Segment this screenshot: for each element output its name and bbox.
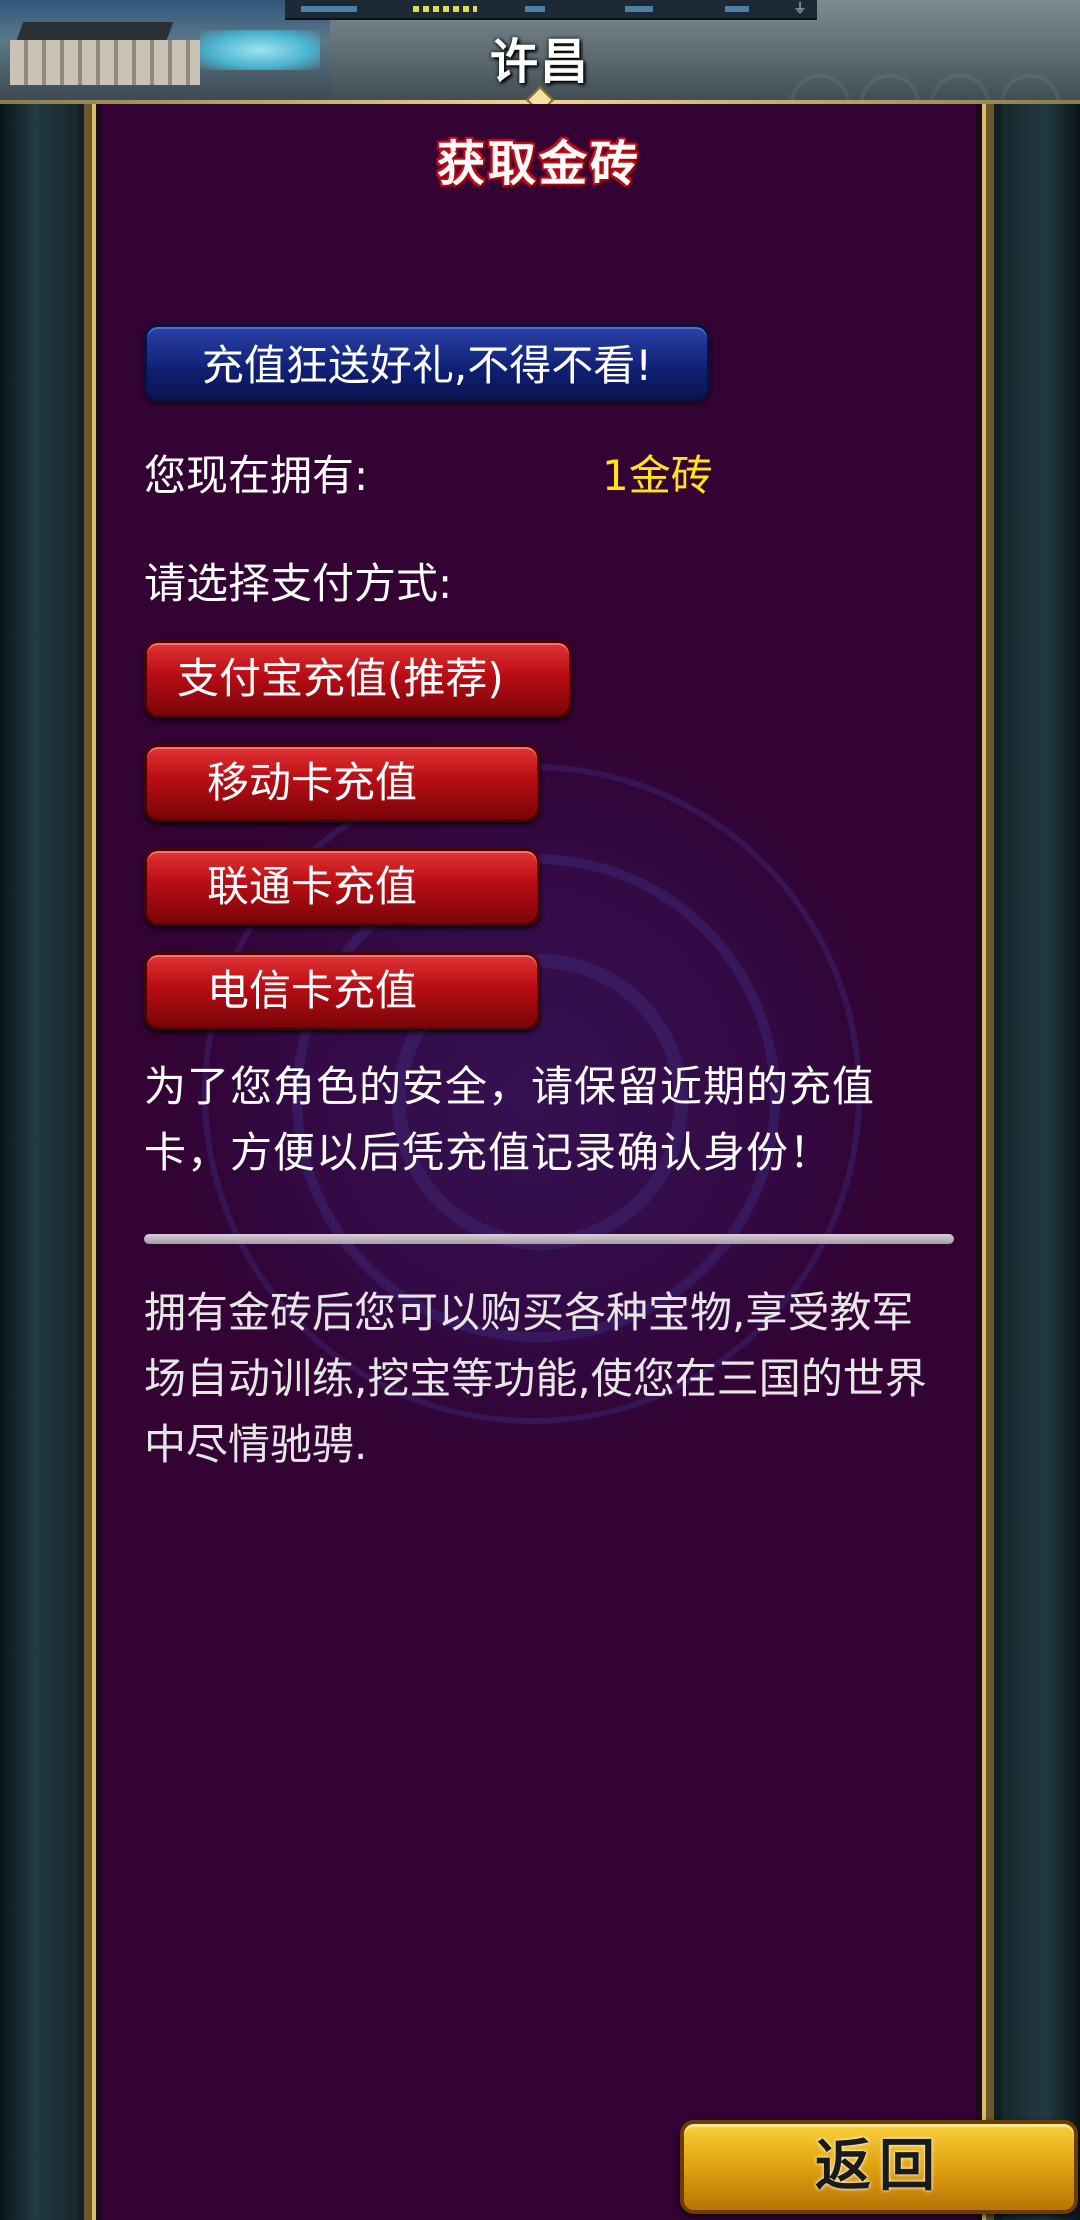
pin-icon[interactable]: ⏚ [791,0,809,18]
right-side-pillar [1002,104,1080,2220]
mobile-card-recharge-button[interactable]: 移动卡充值 [144,744,540,822]
panel-title: 获取金砖 [436,136,641,192]
minimap-markers [413,6,477,12]
unicom-card-recharge-button[interactable]: 联通卡充值 [144,848,540,926]
left-side-pillar [0,104,78,2220]
back-button[interactable]: 返回 [680,2120,1078,2214]
recharge-panel: 获取金砖 充值狂送好礼,不得不看! 您现在拥有: 1金砖 请选择支付方式: 支付… [84,104,994,2220]
minimap-segment [625,6,653,12]
payment-method-label: 请选择支付方式: [144,559,453,608]
minimap-segment [301,6,357,12]
minimap-segment [725,6,749,12]
section-divider [144,1234,954,1244]
alipay-recharge-label: 支付宝充值(推荐) [177,654,504,703]
balance-label: 您现在拥有: [144,451,369,500]
unicom-card-recharge-label: 联通卡充值 [207,862,418,911]
telecom-card-recharge-button[interactable]: 电信卡充值 [144,952,540,1030]
telecom-card-recharge-label: 电信卡充值 [207,966,418,1015]
top-header: ⏚ 许昌 [0,0,1080,104]
benefits-description: 拥有金砖后您可以购买各种宝物,享受教军场自动训练,挖宝等功能,使您在三国的世界中… [144,1288,927,1469]
alipay-recharge-button[interactable]: 支付宝充值(推荐) [144,640,572,718]
promo-button[interactable]: 充值狂送好礼,不得不看! [144,324,710,402]
minimap-strip[interactable]: ⏚ [285,0,817,20]
mobile-card-recharge-label: 移动卡充值 [207,758,418,807]
balance-value: 1金砖 [602,451,713,500]
minimap-segment [525,6,545,12]
game-screen: ⏚ 许昌 获取金砖 充值狂送好礼,不得不看! 您现在拥有: 1金砖 请选择支付方… [0,0,1080,2220]
safety-note-text: 为了您角色的安全，请保留近期的充值卡，方便以后凭充值记录确认身份！ [144,1062,876,1177]
city-name-title: 许昌 [489,34,590,90]
